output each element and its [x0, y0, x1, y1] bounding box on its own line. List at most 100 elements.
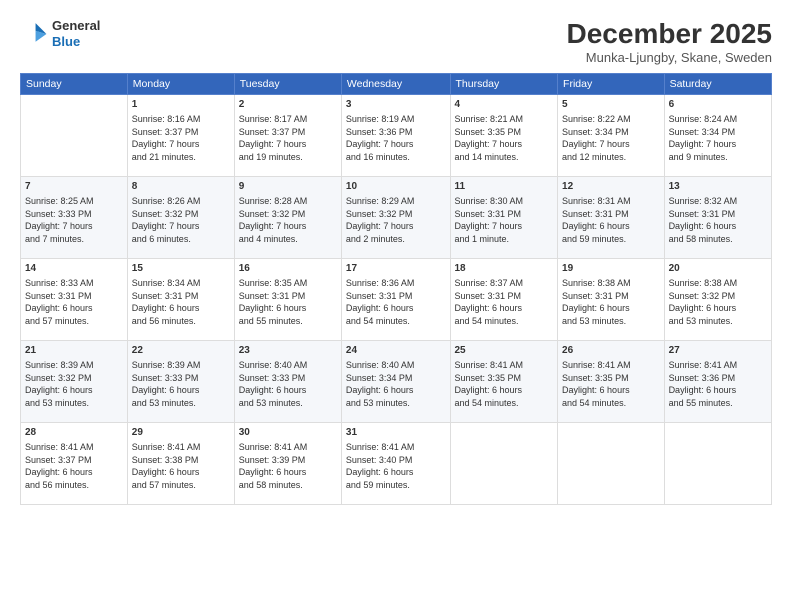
day-info-line: Sunrise: 8:21 AM [455, 113, 554, 126]
calendar-cell: 9Sunrise: 8:28 AMSunset: 3:32 PMDaylight… [234, 177, 341, 259]
day-info-line: Sunset: 3:38 PM [132, 454, 230, 467]
day-number: 24 [346, 344, 446, 358]
day-info-line: Sunset: 3:31 PM [239, 290, 337, 303]
day-info-line: Sunset: 3:31 PM [346, 290, 446, 303]
day-info-line: Daylight: 6 hours [132, 384, 230, 397]
day-info-line: Daylight: 6 hours [132, 302, 230, 315]
day-info-line: Sunset: 3:31 PM [132, 290, 230, 303]
day-info-line: Sunset: 3:34 PM [669, 126, 767, 139]
day-info-line: Daylight: 7 hours [132, 138, 230, 151]
day-info-line: Daylight: 7 hours [346, 138, 446, 151]
day-number: 12 [562, 180, 660, 194]
day-info-line: Sunset: 3:33 PM [25, 208, 123, 221]
day-info-line: Sunrise: 8:31 AM [562, 195, 660, 208]
calendar-body: 1Sunrise: 8:16 AMSunset: 3:37 PMDaylight… [21, 95, 772, 505]
calendar-cell: 5Sunrise: 8:22 AMSunset: 3:34 PMDaylight… [558, 95, 665, 177]
calendar-cell [21, 95, 128, 177]
day-info-line: and 56 minutes. [132, 315, 230, 328]
day-info-line: and 53 minutes. [239, 397, 337, 410]
calendar-cell: 10Sunrise: 8:29 AMSunset: 3:32 PMDayligh… [341, 177, 450, 259]
day-info-line: Sunrise: 8:36 AM [346, 277, 446, 290]
calendar-cell: 15Sunrise: 8:34 AMSunset: 3:31 PMDayligh… [127, 259, 234, 341]
header-row: Sunday Monday Tuesday Wednesday Thursday… [21, 74, 772, 95]
day-info-line: Sunrise: 8:40 AM [239, 359, 337, 372]
day-info-line: Daylight: 7 hours [669, 138, 767, 151]
day-info-line: Daylight: 6 hours [455, 384, 554, 397]
day-info-line: Sunset: 3:31 PM [25, 290, 123, 303]
day-info-line: Daylight: 6 hours [25, 384, 123, 397]
location-subtitle: Munka-Ljungby, Skane, Sweden [567, 50, 772, 65]
day-info-line: Sunrise: 8:19 AM [346, 113, 446, 126]
day-info-line: Sunset: 3:33 PM [132, 372, 230, 385]
calendar-cell [664, 423, 771, 505]
calendar-cell [450, 423, 558, 505]
day-info-line: Sunrise: 8:39 AM [132, 359, 230, 372]
day-number: 17 [346, 262, 446, 276]
calendar-cell: 19Sunrise: 8:38 AMSunset: 3:31 PMDayligh… [558, 259, 665, 341]
day-info-line: Sunset: 3:31 PM [562, 290, 660, 303]
day-info-line: Sunset: 3:31 PM [455, 208, 554, 221]
day-number: 19 [562, 262, 660, 276]
day-info-line: and 14 minutes. [455, 151, 554, 164]
day-number: 27 [669, 344, 767, 358]
day-number: 31 [346, 426, 446, 440]
day-info-line: Sunrise: 8:39 AM [25, 359, 123, 372]
day-info-line: Sunset: 3:35 PM [562, 372, 660, 385]
day-info-line: Daylight: 6 hours [669, 302, 767, 315]
day-info-line: Daylight: 6 hours [562, 220, 660, 233]
day-info-line: Sunrise: 8:17 AM [239, 113, 337, 126]
col-saturday: Saturday [664, 74, 771, 95]
day-number: 9 [239, 180, 337, 194]
day-info-line: Sunrise: 8:25 AM [25, 195, 123, 208]
day-info-line: Daylight: 6 hours [455, 302, 554, 315]
calendar-cell: 26Sunrise: 8:41 AMSunset: 3:35 PMDayligh… [558, 341, 665, 423]
day-info-line: Sunrise: 8:38 AM [669, 277, 767, 290]
day-info-line: and 58 minutes. [239, 479, 337, 492]
day-info-line: Sunrise: 8:24 AM [669, 113, 767, 126]
day-info-line: Sunset: 3:32 PM [669, 290, 767, 303]
week-row-3: 14Sunrise: 8:33 AMSunset: 3:31 PMDayligh… [21, 259, 772, 341]
day-info-line: Sunrise: 8:37 AM [455, 277, 554, 290]
day-info-line: Sunset: 3:35 PM [455, 126, 554, 139]
week-row-1: 1Sunrise: 8:16 AMSunset: 3:37 PMDaylight… [21, 95, 772, 177]
day-info-line: and 21 minutes. [132, 151, 230, 164]
day-info-line: Daylight: 6 hours [346, 384, 446, 397]
day-info-line: Daylight: 7 hours [239, 220, 337, 233]
day-info-line: Sunset: 3:37 PM [239, 126, 337, 139]
day-info-line: Sunset: 3:36 PM [669, 372, 767, 385]
day-info-line: Sunrise: 8:38 AM [562, 277, 660, 290]
calendar-cell: 27Sunrise: 8:41 AMSunset: 3:36 PMDayligh… [664, 341, 771, 423]
calendar-cell: 25Sunrise: 8:41 AMSunset: 3:35 PMDayligh… [450, 341, 558, 423]
calendar-cell: 6Sunrise: 8:24 AMSunset: 3:34 PMDaylight… [664, 95, 771, 177]
col-friday: Friday [558, 74, 665, 95]
day-info-line: and 54 minutes. [346, 315, 446, 328]
day-number: 4 [455, 98, 554, 112]
day-info-line: Sunrise: 8:41 AM [25, 441, 123, 454]
day-info-line: and 19 minutes. [239, 151, 337, 164]
day-info-line: Sunset: 3:34 PM [562, 126, 660, 139]
day-info-line: Sunset: 3:32 PM [132, 208, 230, 221]
day-info-line: and 53 minutes. [25, 397, 123, 410]
day-number: 1 [132, 98, 230, 112]
day-number: 5 [562, 98, 660, 112]
day-number: 23 [239, 344, 337, 358]
month-title: December 2025 [567, 18, 772, 50]
day-info-line: Daylight: 7 hours [455, 220, 554, 233]
day-number: 22 [132, 344, 230, 358]
day-info-line: and 53 minutes. [669, 315, 767, 328]
day-info-line: Daylight: 6 hours [239, 384, 337, 397]
day-number: 13 [669, 180, 767, 194]
calendar-cell: 30Sunrise: 8:41 AMSunset: 3:39 PMDayligh… [234, 423, 341, 505]
day-info-line: Daylight: 7 hours [25, 220, 123, 233]
day-info-line: and 53 minutes. [132, 397, 230, 410]
col-sunday: Sunday [21, 74, 128, 95]
day-info-line: Sunrise: 8:41 AM [562, 359, 660, 372]
day-info-line: and 54 minutes. [455, 397, 554, 410]
day-info-line: Sunrise: 8:28 AM [239, 195, 337, 208]
page: General Blue December 2025 Munka-Ljungby… [0, 0, 792, 612]
calendar-cell: 29Sunrise: 8:41 AMSunset: 3:38 PMDayligh… [127, 423, 234, 505]
day-number: 6 [669, 98, 767, 112]
day-info-line: Sunrise: 8:33 AM [25, 277, 123, 290]
day-info-line: Daylight: 7 hours [455, 138, 554, 151]
calendar-cell: 28Sunrise: 8:41 AMSunset: 3:37 PMDayligh… [21, 423, 128, 505]
